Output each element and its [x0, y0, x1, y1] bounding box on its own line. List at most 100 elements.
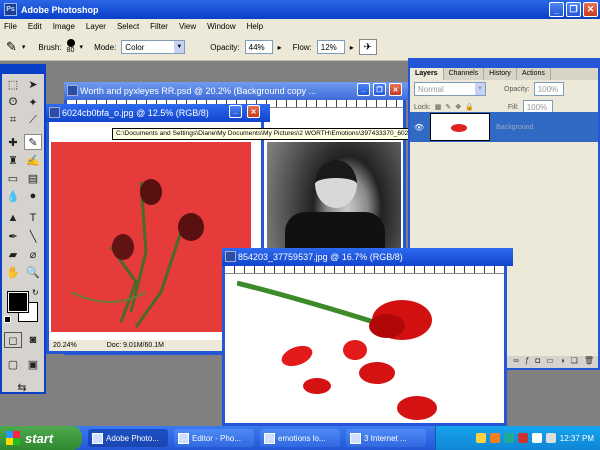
brush-tool-icon[interactable]: ✎	[24, 134, 42, 150]
app-title: Adobe Photoshop	[21, 4, 99, 15]
default-colors-icon[interactable]	[4, 316, 11, 323]
tray-icon[interactable]	[503, 433, 514, 443]
doc-minimize-button[interactable]: _	[357, 83, 370, 96]
lasso-tool-icon[interactable]: ʘ	[4, 94, 22, 110]
path-selection-tool-icon[interactable]: ▲	[4, 210, 22, 226]
toolbox-palette: ⬚ ➤ ʘ ✦ ⌗ ⟋ ✚ ✎ ♜ ✍ ▭ ▤ 💧 ● ▲ T ✒ ╲ ▰ ⌀ …	[0, 64, 46, 394]
start-button[interactable]: start	[0, 426, 82, 450]
flow-field[interactable]: 12%	[316, 40, 345, 54]
layer-opacity-field[interactable]: 100%	[533, 82, 564, 96]
menu-image[interactable]: Image	[53, 22, 75, 31]
lock-transparency-icon[interactable]: ▦	[435, 103, 442, 111]
swap-colors-icon[interactable]: ↻	[32, 288, 39, 297]
crop-tool-icon[interactable]: ⌗	[4, 112, 22, 128]
tray-icon[interactable]	[489, 433, 500, 443]
slice-tool-icon[interactable]: ⟋	[24, 112, 42, 128]
magic-wand-tool-icon[interactable]: ✦	[24, 94, 42, 110]
menu-help[interactable]: Help	[247, 22, 263, 31]
pen-tool-icon[interactable]: ✒	[4, 228, 22, 244]
eye-icon[interactable]: 👁	[414, 123, 424, 132]
taskbar-item-label: 3 Internet ...	[364, 433, 407, 443]
menu-filter[interactable]: Filter	[150, 22, 168, 31]
menu-edit[interactable]: Edit	[28, 22, 42, 31]
opacity-slider-arrow-icon[interactable]: ▸	[278, 43, 282, 52]
zoom-tool-icon[interactable]: 🔍	[24, 264, 42, 280]
close-button[interactable]: ✕	[583, 2, 598, 17]
menu-layer[interactable]: Layer	[86, 22, 106, 31]
lock-all-icon[interactable]: 🔒	[465, 103, 474, 111]
eraser-tool-icon[interactable]: ▭	[4, 170, 22, 186]
mask-icon[interactable]: ◘	[535, 356, 540, 368]
blur-tool-icon[interactable]: 💧	[4, 188, 22, 204]
new-layer-icon[interactable]: ❏	[571, 356, 578, 368]
taskbar-item-internet[interactable]: 3 Internet ...	[346, 429, 426, 447]
gradient-tool-icon[interactable]: ▤	[24, 170, 42, 186]
tray-icon[interactable]	[517, 433, 528, 443]
jump-to-imageready-icon[interactable]: ⇆	[13, 379, 31, 395]
tab-actions[interactable]: Actions	[517, 68, 551, 80]
type-tool-icon[interactable]: T	[24, 210, 42, 226]
doc-close-button[interactable]: ✕	[389, 83, 402, 96]
dodge-tool-icon[interactable]: ●	[24, 188, 42, 204]
menu-select[interactable]: Select	[117, 22, 139, 31]
photoshop-taskbar-icon	[92, 432, 103, 444]
healing-brush-tool-icon[interactable]: ✚	[4, 134, 22, 150]
thumbnail-rose-red	[451, 124, 468, 132]
restore-button[interactable]: ❐	[566, 2, 581, 17]
flow-slider-arrow-icon[interactable]: ▸	[350, 43, 354, 52]
brush-dot-icon	[66, 39, 75, 47]
document-taskbar-icon	[264, 432, 275, 444]
tab-channels[interactable]: Channels	[444, 68, 485, 80]
taskbar-item-editor[interactable]: Editor - Pho...	[174, 429, 254, 447]
layer-style-icon[interactable]: ƒ	[525, 356, 529, 368]
mode-select[interactable]: Color ▼	[121, 40, 186, 54]
adjustment-layer-icon[interactable]: ◑	[560, 356, 565, 368]
line-tool-icon[interactable]: ╲	[24, 228, 42, 244]
marquee-tool-icon[interactable]: ⬚	[4, 76, 22, 92]
taskbar-item-label: Adobe Photo...	[106, 433, 159, 443]
taskbar-item-emotions[interactable]: emotions lo...	[260, 429, 340, 447]
opacity-field[interactable]: 44%	[244, 40, 273, 54]
doc-minimize-button[interactable]: _	[229, 105, 242, 118]
doc-close-button[interactable]: ✕	[247, 105, 260, 118]
doc-restore-button[interactable]: ❐	[373, 83, 386, 96]
blend-mode-select[interactable]: Normal ▼	[414, 82, 486, 96]
tool-preset-dropdown[interactable]: ▾	[22, 43, 26, 51]
move-tool-icon[interactable]: ➤	[24, 76, 42, 92]
new-set-icon[interactable]: ▭	[546, 356, 554, 368]
trash-icon[interactable]: 🗑	[584, 356, 594, 368]
tab-history[interactable]: History	[484, 68, 517, 80]
screen-mode-full-icon[interactable]: ▣	[24, 356, 42, 372]
link-icon[interactable]: ∞	[513, 356, 519, 368]
document-title-bar[interactable]: 854203_37759537.jpg @ 16.7% (RGB/8)	[222, 248, 513, 266]
volume-icon[interactable]	[545, 433, 556, 443]
clone-stamp-tool-icon[interactable]: ♜	[4, 152, 22, 168]
history-brush-tool-icon[interactable]: ✍	[24, 152, 42, 168]
foreground-color-swatch[interactable]	[7, 291, 29, 313]
lock-position-icon[interactable]: ✥	[455, 103, 461, 111]
lock-image-icon[interactable]: ✎	[445, 103, 451, 111]
layer-row-background[interactable]: 👁 Background	[410, 112, 598, 142]
brush-picker[interactable]: 80	[66, 39, 75, 55]
rose-petals-drawing	[236, 280, 437, 420]
horizontal-ruler	[225, 266, 504, 274]
brush-picker-arrow-icon[interactable]: ▾	[80, 43, 84, 51]
tab-layers[interactable]: Layers	[410, 68, 444, 80]
notes-tool-icon[interactable]: ▰	[4, 246, 22, 262]
brush-tool-icon[interactable]: ✎	[6, 39, 17, 55]
taskbar-item-photoshop[interactable]: Adobe Photo...	[88, 429, 168, 447]
standard-mode-icon[interactable]: ◻	[4, 332, 22, 348]
minimize-button[interactable]: _	[549, 2, 564, 17]
menu-file[interactable]: File	[4, 22, 17, 31]
screen-mode-standard-icon[interactable]: ▢	[4, 356, 22, 372]
eyedropper-tool-icon[interactable]: ⌀	[24, 246, 42, 262]
menu-view[interactable]: View	[179, 22, 196, 31]
hand-tool-icon[interactable]: ✋	[4, 264, 22, 280]
document-window-rose-petals[interactable]: 854203_37759537.jpg @ 16.7% (RGB/8)	[222, 248, 513, 426]
app-title-bar: Ps Adobe Photoshop _ ❐ ✕	[0, 0, 600, 19]
tray-icon[interactable]	[531, 433, 542, 443]
menu-window[interactable]: Window	[207, 22, 235, 31]
quick-mask-mode-icon[interactable]: ◙	[24, 332, 42, 348]
airbrush-toggle[interactable]: ✈	[358, 39, 377, 55]
tray-icon[interactable]	[475, 433, 486, 443]
